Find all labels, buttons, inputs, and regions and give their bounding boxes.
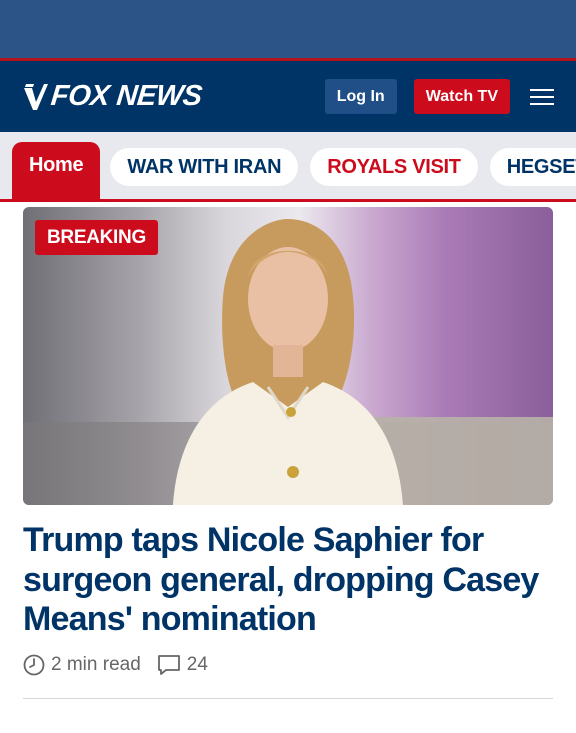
fox-news-logo[interactable]: FOX NEWS [22,80,204,113]
watch-tv-button[interactable]: Watch TV [413,79,510,114]
ad-banner [0,0,576,58]
divider [23,697,553,699]
breaking-badge: BREAKING [35,220,158,255]
nav-pill-royals-visit[interactable]: ROYALS VISIT [310,148,478,186]
nav-pill-war-with-iran[interactable]: WAR WITH IRAN [110,148,299,186]
nav-pill-hegseth[interactable]: HEGSETH [489,148,576,186]
clock-icon [23,654,45,675]
main-content: BREAKING Trump taps Nicole Saphier for s… [0,202,576,699]
section-nav: Home WAR WITH IRAN ROYALS VISIT HEGSETH [0,132,576,202]
lead-story[interactable]: BREAKING Trump taps Nicole Saphier for s… [23,207,553,699]
story-meta: 2 min read 24 [23,654,553,676]
tab-home[interactable]: Home [12,142,101,199]
read-time: 2 min read [23,654,141,676]
logo-wordmark: FOX NEWS [49,80,204,112]
login-button[interactable]: Log In [324,79,397,114]
comments-link[interactable]: 24 [157,654,208,676]
comment-bubble-icon [157,654,180,675]
hamburger-menu-icon[interactable] [530,88,554,105]
masthead: FOX NEWS Log In Watch TV [0,58,576,132]
story-hero-image[interactable]: BREAKING [23,207,553,505]
fox-logo-mark-icon [24,83,48,110]
read-time-label: 2 min read [51,653,141,675]
story-headline[interactable]: Trump taps Nicole Saphier for surgeon ge… [23,521,553,640]
comment-count: 24 [186,653,208,675]
